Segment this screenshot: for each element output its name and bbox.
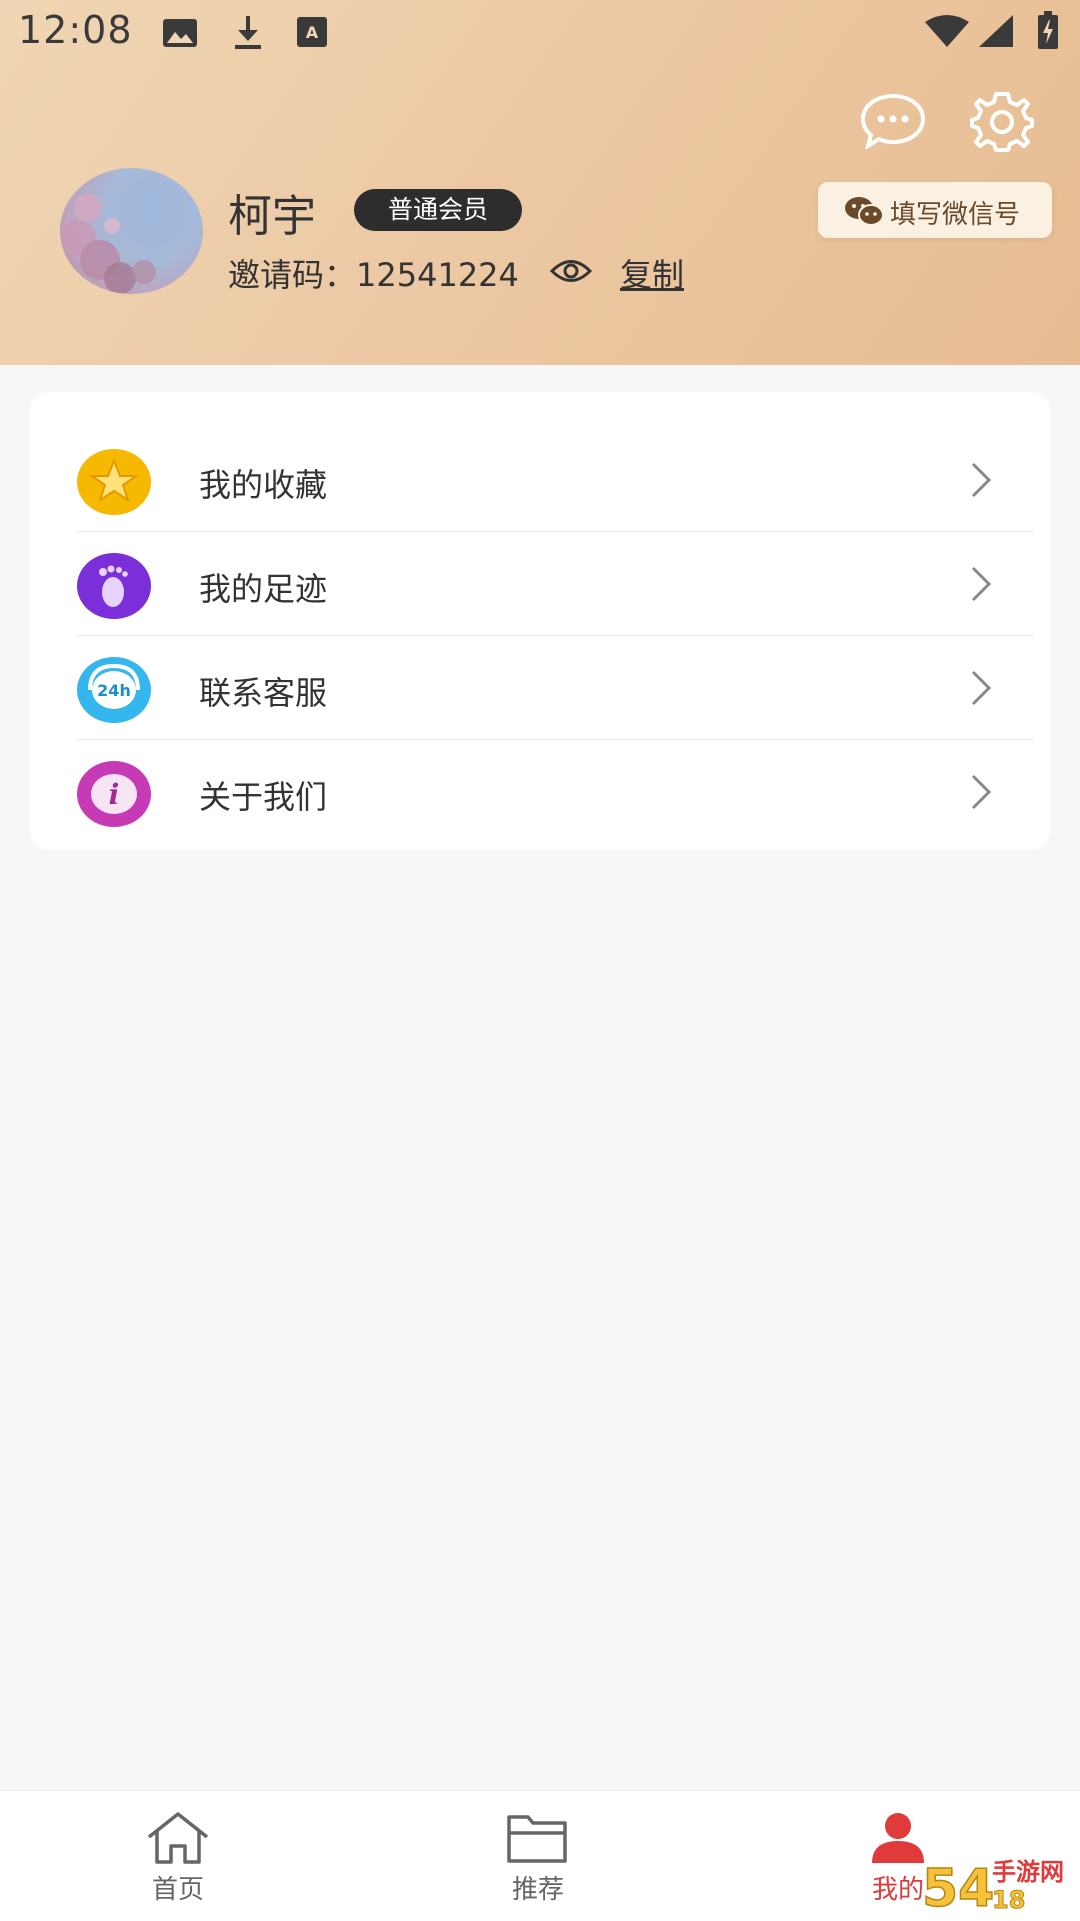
invite-label: 邀请码：	[228, 256, 357, 294]
username: 柯宇	[228, 191, 316, 242]
menu-label-customer-service: 联系客服	[199, 674, 328, 712]
menu-label-footprints: 我的足迹	[199, 570, 328, 608]
tab-label-recommend: 推荐	[511, 1875, 564, 1905]
chevron-right-icon	[971, 462, 992, 498]
svg-text:24h: 24h	[97, 681, 131, 700]
folder-icon	[507, 1815, 567, 1863]
svg-text:手游网: 手游网	[992, 1858, 1064, 1886]
tab-label-home: 首页	[151, 1875, 204, 1905]
footprint-icon	[77, 553, 151, 619]
cell-signal-icon	[979, 15, 1013, 47]
site-watermark-logo: 54 手游网 18	[921, 1858, 1064, 1920]
svg-text:18: 18	[992, 1886, 1025, 1914]
menu-item-about-us[interactable]: i 关于我们	[30, 740, 1050, 844]
info-icon: i	[77, 761, 151, 827]
home-icon	[147, 1812, 209, 1864]
svg-text:i: i	[109, 778, 120, 811]
wechat-icon	[845, 197, 884, 226]
customer-service-24h-icon: 24h	[77, 657, 151, 723]
battery-charging-icon	[1038, 11, 1058, 49]
menu-label-favorites: 我的收藏	[199, 466, 328, 504]
chevron-right-icon	[971, 566, 992, 602]
profile-header: 12:08 A 柯宇 普通会员 邀请码：12541224 复制 填写微信号	[0, 0, 1080, 365]
copy-link[interactable]: 复制	[620, 250, 684, 296]
chat-bubble-icon[interactable]	[860, 93, 926, 149]
invite-code: 12541224	[356, 256, 519, 294]
menu-card: 我的收藏 我的足迹 24h 联系客服 i 关于我们	[30, 392, 1050, 850]
eye-icon[interactable]	[550, 258, 592, 284]
status-bar: 12:08 A	[0, 0, 1080, 62]
chevron-right-icon	[971, 774, 992, 810]
avatar-image	[60, 194, 156, 294]
menu-item-footprints[interactable]: 我的足迹	[30, 532, 1050, 636]
svg-text:54: 54	[922, 1859, 994, 1919]
star-icon	[77, 449, 151, 515]
wechat-button-label: 填写微信号	[890, 200, 1021, 230]
tab-recommend[interactable]: 推荐	[468, 1791, 608, 1921]
keyboard-a-icon: A	[297, 17, 327, 47]
image-icon	[163, 19, 197, 47]
member-badge: 普通会员	[354, 189, 522, 231]
invite-code-row: 邀请码：12541224	[228, 250, 519, 296]
wifi-icon	[925, 15, 969, 47]
bottom-tab-bar: 首页 推荐 我的	[0, 1790, 1080, 1921]
menu-item-favorites[interactable]: 我的收藏	[30, 428, 1050, 532]
chevron-right-icon	[971, 670, 992, 706]
wechat-id-button[interactable]: 填写微信号	[818, 182, 1052, 238]
status-time: 12:08	[18, 8, 133, 52]
tab-home[interactable]: 首页	[108, 1791, 248, 1921]
svg-text:A: A	[306, 23, 319, 42]
menu-item-customer-service[interactable]: 24h 联系客服	[30, 636, 1050, 740]
download-icon	[235, 16, 261, 49]
menu-label-about-us: 关于我们	[199, 778, 328, 816]
gear-icon[interactable]	[970, 90, 1034, 154]
avatar[interactable]	[60, 168, 203, 294]
